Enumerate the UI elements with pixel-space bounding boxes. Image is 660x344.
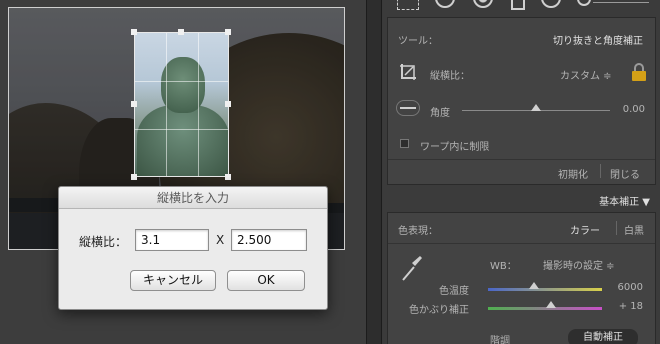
wb-select[interactable]: 撮影時の設定 ≑ [543, 257, 615, 272]
level-bar [400, 107, 416, 109]
dialog-title: 縦横比を入力 [59, 187, 327, 209]
angle-value[interactable]: 0.00 [623, 104, 645, 115]
eyedropper-icon[interactable] [400, 253, 424, 283]
tint-value[interactable]: + 18 [619, 301, 643, 312]
basic-panel-header[interactable]: 基本補正 ▼ [599, 193, 650, 208]
panel-divider[interactable] [366, 0, 382, 344]
reset-button[interactable]: 初期化 [558, 166, 588, 181]
develop-right-panel: ツール： 切り抜きと角度補正 縦横比： カスタム ≑ 角度 0.00 ワープ内に… [383, 0, 660, 344]
crop-frame-icon[interactable] [398, 62, 418, 82]
wb-label: WB： [490, 261, 517, 272]
crop-handle-bottom-left[interactable] [131, 174, 137, 180]
basic-section: 色表現： カラー 白黒 WB： 撮影時の設定 ≑ 色温度 6000 色かぶり補正… [387, 212, 656, 344]
spot-removal-icon[interactable] [435, 0, 455, 8]
temp-label: 色温度 [439, 286, 469, 297]
brush-size-track[interactable] [593, 2, 649, 3]
tool-name: 切り抜きと角度補正 [553, 36, 643, 47]
ratio-separator: X [216, 233, 225, 247]
section-separator [388, 159, 655, 160]
photo-buddha-body [137, 105, 228, 176]
crop-handle-left[interactable] [131, 101, 137, 107]
crop-handle-right[interactable] [225, 101, 231, 107]
section-separator [388, 243, 655, 244]
lock-icon[interactable] [631, 62, 647, 82]
constrain-label: ワープ内に制限 [420, 142, 490, 153]
tone-label: 階調 [490, 336, 510, 344]
close-button[interactable]: 閉じる [610, 166, 640, 181]
treatment-label: 色表現： [398, 226, 438, 237]
auto-tone-button[interactable]: 自動補正 [568, 329, 638, 344]
straighten-tool-icon[interactable] [396, 100, 420, 116]
red-eye-icon[interactable] [473, 0, 493, 8]
treatment-bw-option[interactable]: 白黒 [624, 222, 644, 237]
crop-rectangle[interactable] [134, 32, 229, 177]
ok-button[interactable]: OK [227, 270, 305, 291]
crop-grid-line [198, 33, 199, 176]
crop-grid-line [135, 81, 228, 82]
crop-grid-line [135, 129, 228, 130]
crop-tool-icon[interactable] [397, 0, 419, 10]
tint-label: 色かぶり補正 [409, 305, 469, 316]
temp-value[interactable]: 6000 [618, 282, 643, 293]
temp-slider-track[interactable] [488, 288, 602, 291]
brush-icon[interactable] [577, 0, 591, 6]
constrain-checkbox[interactable] [400, 139, 409, 148]
crop-handle-top-right[interactable] [225, 29, 231, 35]
tint-slider-thumb[interactable] [545, 301, 556, 308]
crop-handle-top[interactable] [178, 29, 184, 35]
graduated-filter-icon[interactable] [511, 0, 525, 10]
ratio-width-input[interactable] [135, 229, 209, 251]
cancel-button[interactable]: キャンセル [130, 270, 216, 291]
crop-grid-line [166, 33, 167, 176]
angle-slider-thumb[interactable] [531, 104, 541, 111]
button-divider [600, 164, 601, 178]
aspect-label: 縦横比： [430, 71, 470, 82]
angle-label: 角度 [430, 108, 450, 119]
ratio-label: 縦横比： [79, 235, 128, 249]
aspect-ratio-dialog: 縦横比を入力 縦横比： X キャンセル OK [58, 186, 328, 310]
treatment-color-option[interactable]: カラー [570, 222, 600, 237]
crop-settings-section: ツール： 切り抜きと角度補正 縦横比： カスタム ≑ 角度 0.00 ワープ内に… [387, 17, 656, 185]
tool-label: ツール： [398, 36, 438, 47]
temp-slider-thumb[interactable] [528, 282, 539, 289]
ratio-height-input[interactable] [231, 229, 307, 251]
radial-filter-icon[interactable] [541, 0, 561, 8]
aspect-select[interactable]: カスタム ≑ [560, 67, 612, 82]
option-divider [616, 221, 617, 235]
crop-handle-bottom-right[interactable] [225, 174, 231, 180]
crop-handle-top-left[interactable] [131, 29, 137, 35]
